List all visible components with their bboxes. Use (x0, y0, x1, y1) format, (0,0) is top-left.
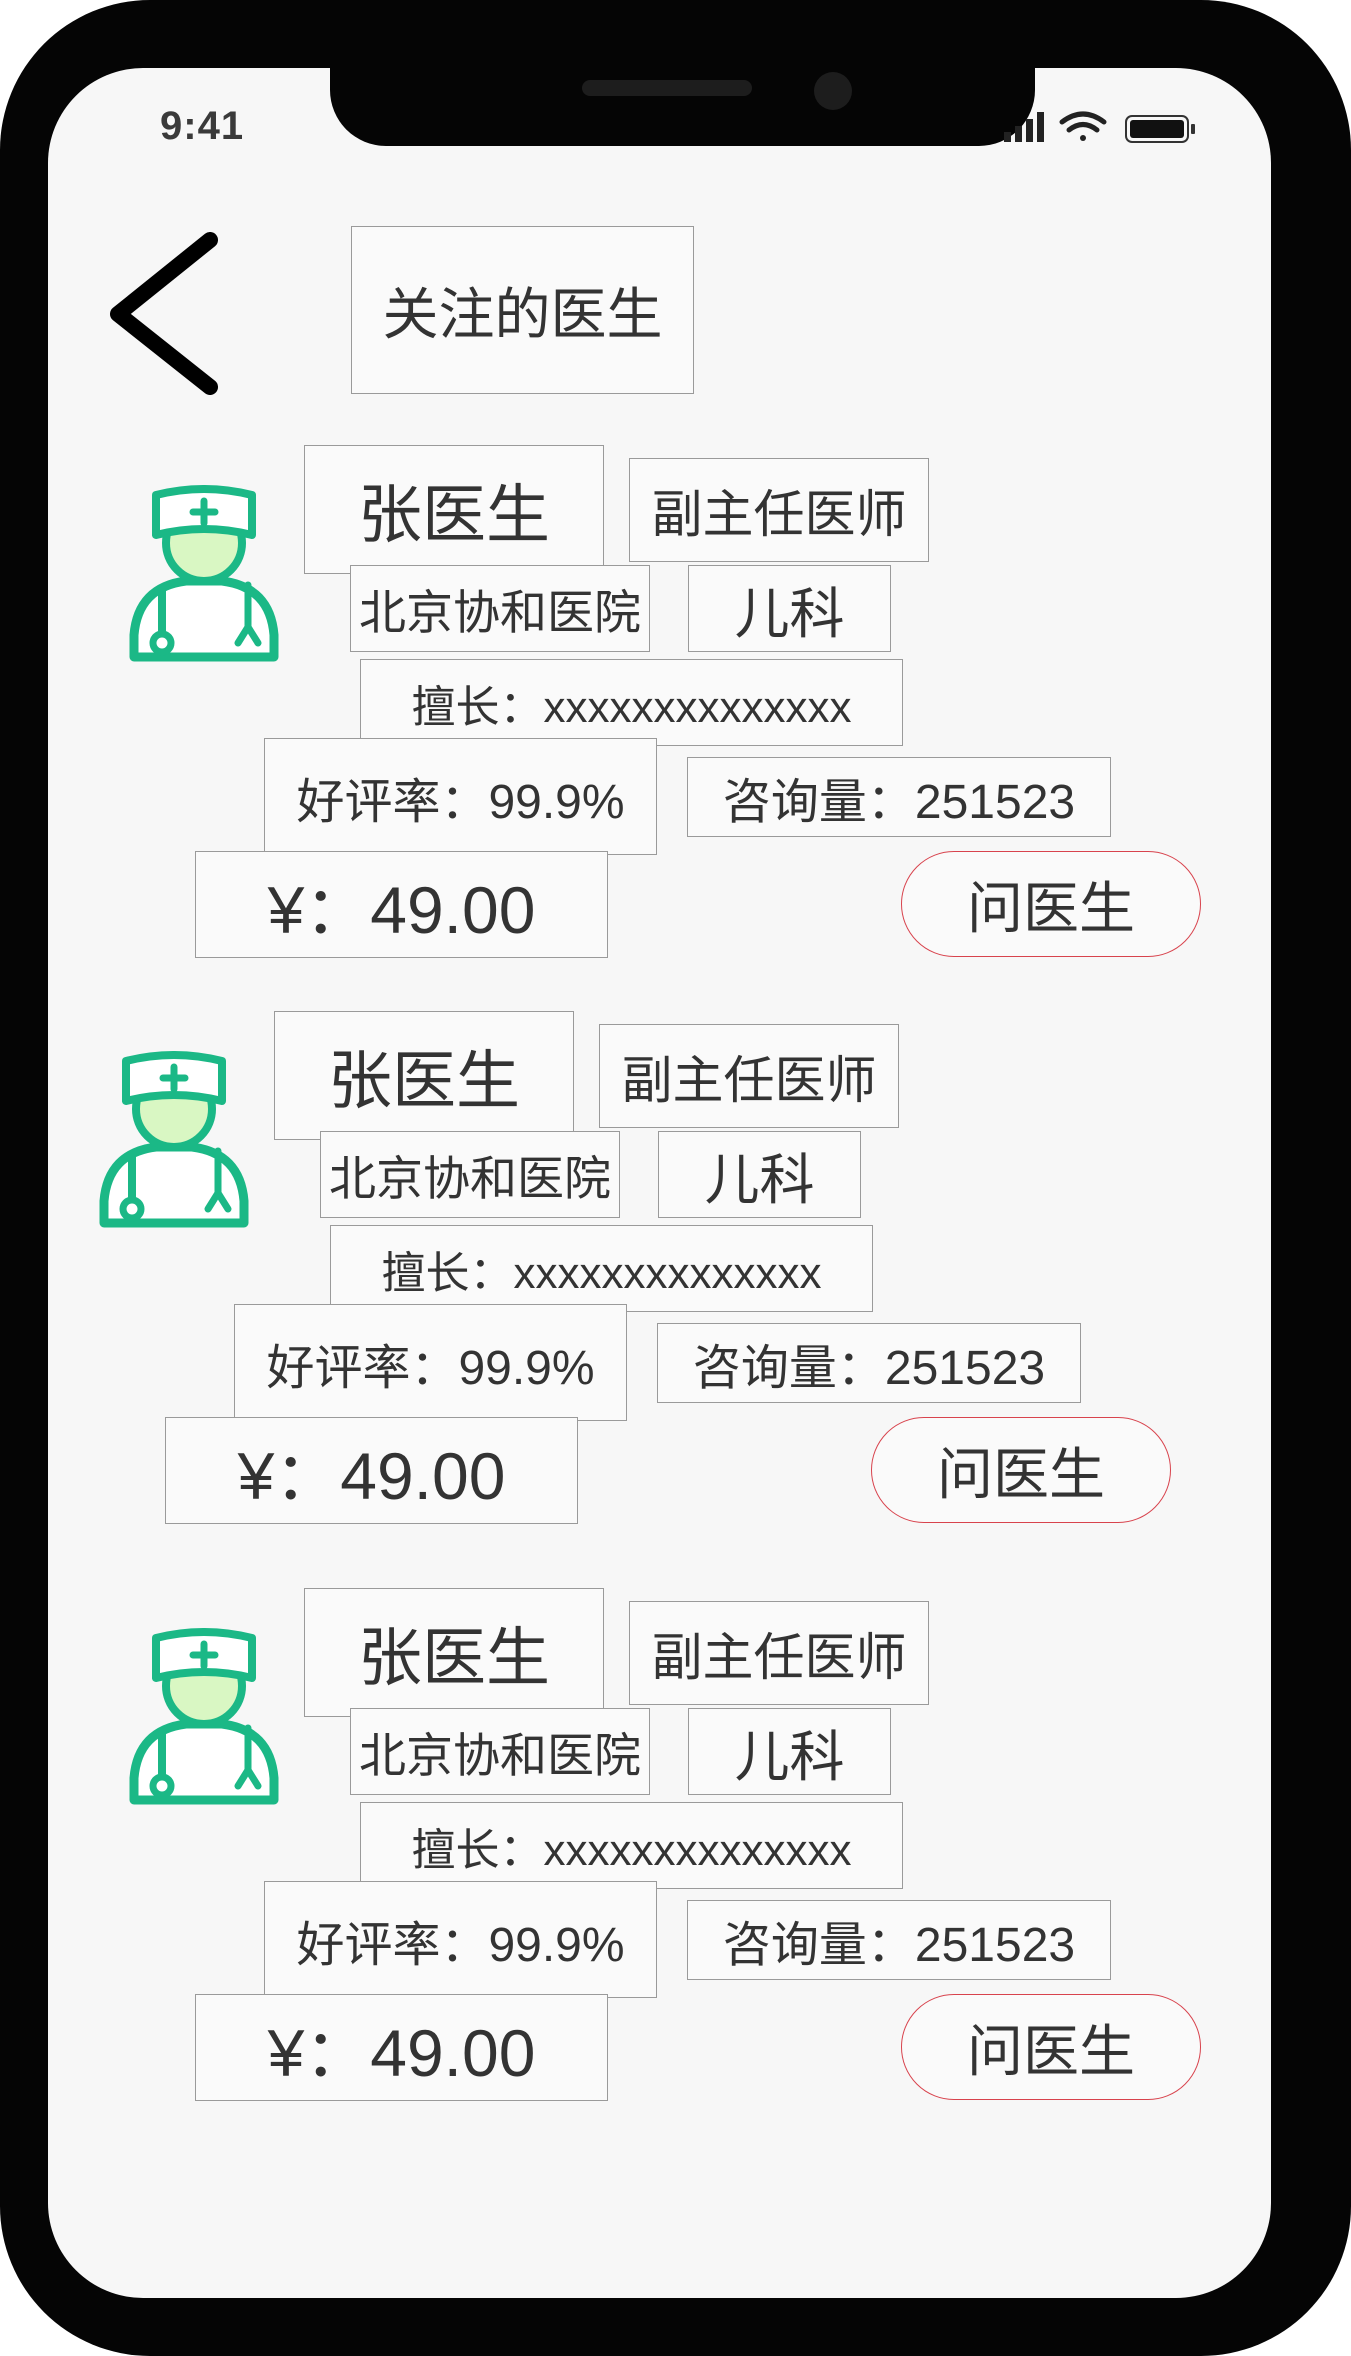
doctor-rating: 好评率：99.9% (264, 1881, 657, 1998)
status-icons (1004, 111, 1195, 143)
doctor-department: 儿科 (658, 1131, 861, 1218)
consult-price: ¥：49.00 (195, 851, 608, 958)
doctor-rating: 好评率：99.9% (264, 738, 657, 855)
signal-icon (1004, 112, 1044, 142)
back-arrow-icon[interactable] (100, 232, 220, 402)
doctor-card[interactable]: 张医生 副主任医师 北京协和医院 儿科 擅长：xxxxxxxxxxxxxx 好评… (48, 445, 1271, 965)
notch (330, 68, 1035, 146)
battery-icon (1125, 115, 1195, 143)
phone-frame: 9:41 关注的医生 张医生 副主任医师 北京协和医院 儿科 擅长：xxxxxx… (0, 0, 1351, 2356)
doctor-avatar-icon (129, 485, 279, 662)
ask-doctor-button[interactable]: 问医生 (901, 1994, 1201, 2100)
doctor-rating: 好评率：99.9% (234, 1304, 627, 1421)
consult-price: ¥：49.00 (165, 1417, 578, 1524)
screen: 9:41 关注的医生 张医生 副主任医师 北京协和医院 儿科 擅长：xxxxxx… (48, 68, 1271, 2298)
speaker (582, 80, 752, 96)
doctor-specialty: 擅长：xxxxxxxxxxxxxx (360, 1802, 903, 1889)
doctor-card[interactable]: 张医生 副主任医师 北京协和医院 儿科 擅长：xxxxxxxxxxxxxx 好评… (48, 1011, 1241, 1531)
doctor-consultations: 咨询量：251523 (687, 1900, 1111, 1980)
page-title: 关注的医生 (351, 226, 694, 394)
doctor-hospital: 北京协和医院 (350, 1708, 650, 1795)
doctor-consultations: 咨询量：251523 (657, 1323, 1081, 1403)
wifi-icon (1059, 111, 1107, 141)
ask-doctor-button[interactable]: 问医生 (901, 851, 1201, 957)
doctor-name: 张医生 (304, 1588, 604, 1717)
doctor-hospital: 北京协和医院 (320, 1131, 620, 1218)
doctor-department: 儿科 (688, 1708, 891, 1795)
front-camera (814, 72, 852, 110)
consult-price: ¥：49.00 (195, 1994, 608, 2101)
doctor-specialty: 擅长：xxxxxxxxxxxxxx (360, 659, 903, 746)
doctor-title: 副主任医师 (599, 1024, 899, 1128)
doctor-specialty: 擅长：xxxxxxxxxxxxxx (330, 1225, 873, 1312)
doctor-avatar-icon (99, 1051, 249, 1228)
doctor-card[interactable]: 张医生 副主任医师 北京协和医院 儿科 擅长：xxxxxxxxxxxxxx 好评… (48, 1588, 1271, 2108)
ask-doctor-button[interactable]: 问医生 (871, 1417, 1171, 1523)
doctor-hospital: 北京协和医院 (350, 565, 650, 652)
doctor-name: 张医生 (274, 1011, 574, 1140)
doctor-title: 副主任医师 (629, 458, 929, 562)
doctor-title: 副主任医师 (629, 1601, 929, 1705)
doctor-consultations: 咨询量：251523 (687, 757, 1111, 837)
doctor-department: 儿科 (688, 565, 891, 652)
status-time: 9:41 (160, 104, 245, 148)
doctor-avatar-icon (129, 1628, 279, 1805)
doctor-name: 张医生 (304, 445, 604, 574)
